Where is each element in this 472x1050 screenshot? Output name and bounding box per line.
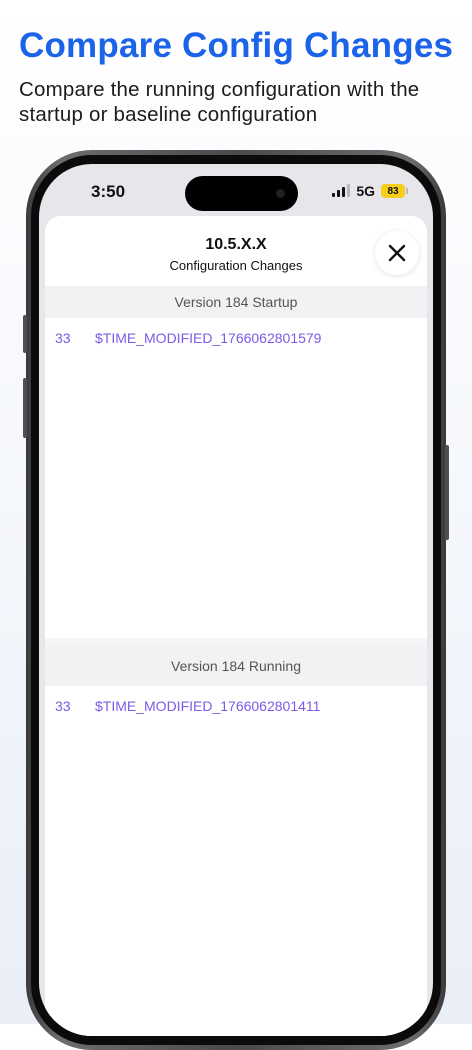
startup-config-panel: Version 184 Startup 33 $TIME_MODIFIED_17… [45, 286, 427, 638]
battery-icon: 83 [381, 184, 408, 198]
network-type-label: 5G [356, 183, 375, 199]
signal-bar [332, 193, 336, 197]
line-number: 33 [55, 330, 71, 346]
dynamic-island [185, 176, 298, 211]
status-time: 3:50 [91, 182, 126, 201]
line-text: $TIME_MODIFIED_1766062801579 [95, 330, 322, 346]
status-bar: 3:50 5G 83 [39, 164, 433, 214]
diff-line: 33 $TIME_MODIFIED_1766062801579 [45, 318, 427, 358]
close-button[interactable] [375, 231, 419, 275]
cellular-signal-icon [332, 184, 351, 197]
sheet-subtitle: Configuration Changes [169, 258, 303, 273]
line-number: 33 [55, 698, 71, 714]
promo-title: Compare Config Changes [19, 26, 454, 65]
status-indicators: 5G 83 [332, 183, 408, 199]
signal-bar [347, 184, 351, 197]
config-changes-sheet: 10.5.X.X Configuration Changes Version 1… [45, 216, 427, 1036]
panel-header-running: Version 184 Running [45, 646, 427, 686]
battery-level: 83 [387, 185, 399, 197]
signal-bar [342, 187, 346, 197]
device-title: 10.5.X.X [205, 236, 267, 253]
phone-frame: 3:50 5G 83 10.5.X.X Configuration Change… [23, 150, 449, 1050]
running-config-panel: Version 184 Running 33 $TIME_MODIFIED_17… [45, 646, 427, 1036]
sheet-header: 10.5.X.X Configuration Changes [45, 216, 427, 286]
phone-volume-up-button [23, 378, 27, 438]
phone-power-button [445, 445, 449, 540]
phone-screen: 3:50 5G 83 10.5.X.X Configuration Change… [39, 164, 433, 1036]
close-x-icon [388, 244, 406, 262]
panel-header-startup: Version 184 Startup [45, 286, 427, 318]
line-text: $TIME_MODIFIED_1766062801411 [95, 698, 321, 714]
promo-subtitle: Compare the running configuration with t… [19, 78, 420, 126]
panel-body-startup: 33 $TIME_MODIFIED_1766062801579 [45, 318, 427, 358]
front-camera-icon [276, 189, 285, 198]
diff-line: 33 $TIME_MODIFIED_1766062801411 [45, 686, 427, 726]
phone-bezel: 3:50 5G 83 10.5.X.X Configuration Change… [31, 155, 441, 1045]
signal-bar [337, 190, 341, 197]
panel-body-running: 33 $TIME_MODIFIED_1766062801411 [45, 686, 427, 726]
phone-silent-switch [23, 315, 27, 353]
